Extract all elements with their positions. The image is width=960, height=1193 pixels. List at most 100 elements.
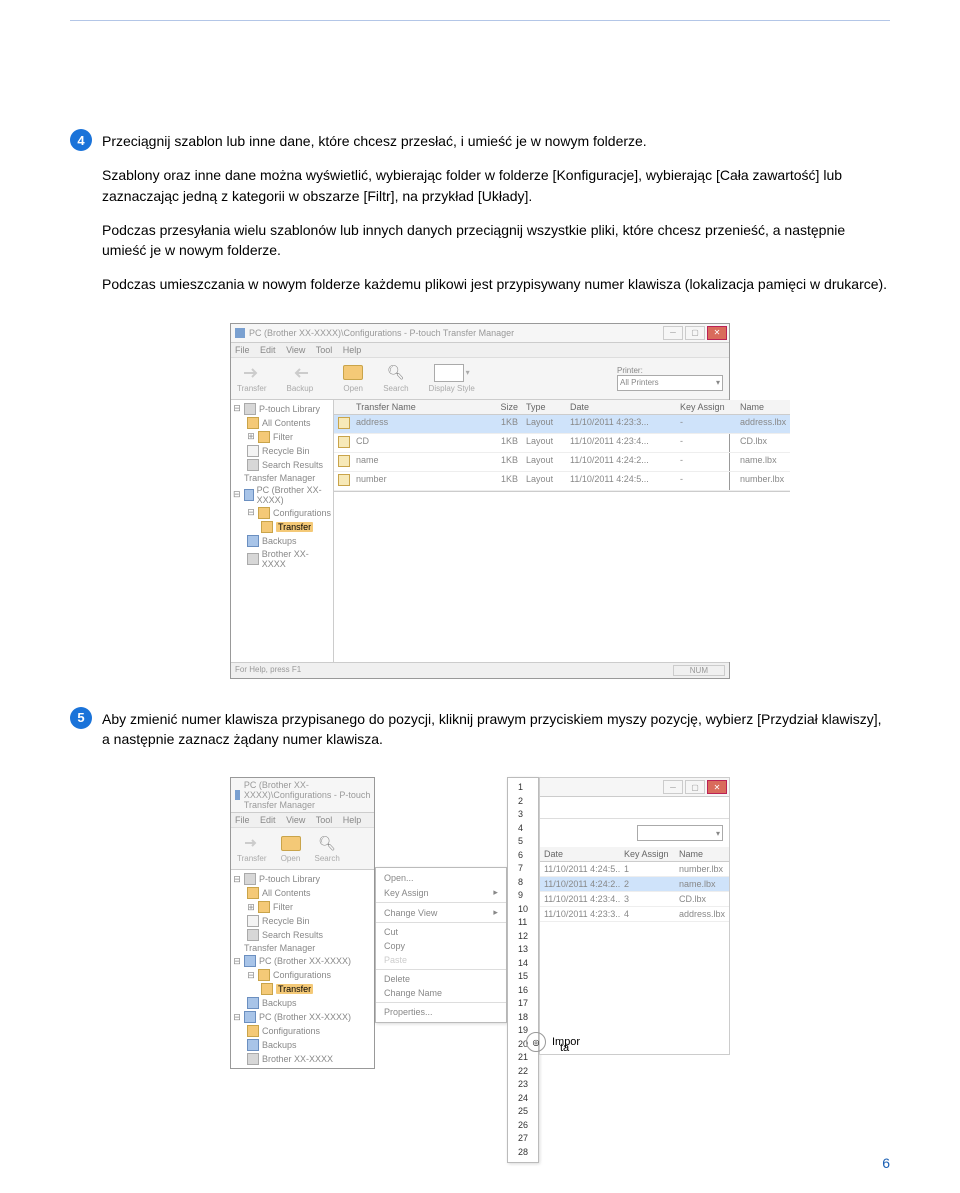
context-menu[interactable]: Open... Key Assign▸ Change View▸ Cut Cop…: [375, 867, 507, 1023]
col-file[interactable]: Name: [736, 400, 790, 414]
menu-file[interactable]: File: [235, 345, 250, 355]
tree-search[interactable]: Search Results: [262, 460, 323, 470]
list-row[interactable]: 11/10/2011 4:23:4... 3 CD.lbx: [540, 892, 729, 907]
tree-brother[interactable]: Brother XX-XXXX: [262, 549, 331, 569]
key-number-item[interactable]: 25: [508, 1105, 538, 1119]
list-row[interactable]: 11/10/2011 4:24:5... 1 number.lbx: [540, 862, 729, 877]
key-number-item[interactable]: 21: [508, 1051, 538, 1065]
tree-transfer-folder[interactable]: Transfer: [276, 984, 313, 994]
tree-backups[interactable]: Backups: [262, 998, 297, 1008]
col-key[interactable]: Key Assign: [620, 847, 675, 861]
tree-transfer-manager[interactable]: Transfer Manager: [244, 473, 315, 483]
col-date[interactable]: Date: [566, 400, 676, 414]
tree-all[interactable]: All Contents: [262, 888, 311, 898]
tool-open[interactable]: Open: [281, 834, 301, 863]
key-number-item[interactable]: 17: [508, 997, 538, 1011]
key-number-item[interactable]: 24: [508, 1092, 538, 1106]
key-number-item[interactable]: 10: [508, 903, 538, 917]
tree-config2[interactable]: Configurations: [262, 1026, 320, 1036]
list-header[interactable]: Transfer Name Size Type Date Key Assign …: [334, 400, 790, 415]
key-number-menu[interactable]: 1234567891011121314151617181920212223242…: [507, 777, 539, 1163]
key-number-item[interactable]: 7: [508, 862, 538, 876]
tree-pc1[interactable]: PC (Brother XX-XXXX): [257, 485, 331, 505]
minimize-button[interactable]: ─: [663, 780, 683, 794]
tree-recycle[interactable]: Recycle Bin: [262, 446, 310, 456]
ctx-change-view[interactable]: Change View▸: [376, 905, 506, 920]
menubar[interactable]: File Edit View Tool Help: [231, 813, 374, 828]
tree-library[interactable]: P-touch Library: [259, 404, 320, 414]
key-number-item[interactable]: 28: [508, 1146, 538, 1160]
key-number-item[interactable]: 15: [508, 970, 538, 984]
menu-edit[interactable]: Edit: [260, 815, 276, 825]
tool-backup[interactable]: Backup: [287, 364, 314, 393]
ctx-copy[interactable]: Copy: [376, 939, 506, 953]
titlebar[interactable]: PC (Brother XX-XXXX)\Configurations - P-…: [231, 778, 374, 813]
menu-file[interactable]: File: [235, 815, 250, 825]
key-number-item[interactable]: 5: [508, 835, 538, 849]
key-number-item[interactable]: 2: [508, 795, 538, 809]
list-row[interactable]: address 1KB Layout 11/10/2011 4:23:3... …: [334, 415, 790, 434]
tree-config[interactable]: Configurations: [273, 970, 331, 980]
menu-help[interactable]: Help: [343, 345, 362, 355]
col-key[interactable]: Key Assign: [676, 400, 736, 414]
menu-tool[interactable]: Tool: [316, 815, 333, 825]
key-number-item[interactable]: 14: [508, 957, 538, 971]
menu-view[interactable]: View: [286, 815, 305, 825]
col-date[interactable]: Date: [540, 847, 620, 861]
key-number-item[interactable]: 3: [508, 808, 538, 822]
maximize-button[interactable]: ▢: [685, 780, 705, 794]
titlebar[interactable]: PC (Brother XX-XXXX)\Configurations - P-…: [231, 324, 729, 343]
printer-select[interactable]: All Printers ▾: [617, 375, 723, 391]
list-row[interactable]: name 1KB Layout 11/10/2011 4:24:2... - n…: [334, 453, 790, 472]
tree-transfer-folder[interactable]: Transfer: [276, 522, 313, 532]
ctx-change-name[interactable]: Change Name: [376, 986, 506, 1000]
list-row[interactable]: CD 1KB Layout 11/10/2011 4:23:4... - CD.…: [334, 434, 790, 453]
key-number-item[interactable]: 11: [508, 916, 538, 930]
menu-help[interactable]: Help: [343, 815, 362, 825]
key-number-item[interactable]: 23: [508, 1078, 538, 1092]
tree-pc1[interactable]: PC (Brother XX-XXXX): [259, 956, 351, 966]
tree-search[interactable]: Search Results: [262, 930, 323, 940]
tree-all[interactable]: All Contents: [262, 418, 311, 428]
menubar[interactable]: File Edit View Tool Help: [231, 343, 729, 358]
tool-search[interactable]: 🔍︎ Search: [383, 364, 408, 393]
list-row[interactable]: 11/10/2011 4:23:3... 4 address.lbx: [540, 907, 729, 922]
tool-search[interactable]: 🔍︎ Search: [315, 834, 340, 863]
tree-recycle[interactable]: Recycle Bin: [262, 916, 310, 926]
ctx-key-assign[interactable]: Key Assign▸: [376, 885, 506, 900]
key-number-item[interactable]: 9: [508, 889, 538, 903]
list-header[interactable]: Date Key Assign Name: [540, 847, 729, 862]
tool-open[interactable]: Open: [343, 364, 363, 393]
list-row[interactable]: number 1KB Layout 11/10/2011 4:24:5... -…: [334, 472, 790, 491]
tree-library[interactable]: P-touch Library: [259, 874, 320, 884]
minimize-button[interactable]: ─: [663, 326, 683, 340]
key-number-item[interactable]: 12: [508, 930, 538, 944]
tool-transfer[interactable]: Transfer: [237, 364, 267, 393]
printer-select[interactable]: ▾: [637, 825, 723, 841]
ctx-properties[interactable]: Properties...: [376, 1005, 506, 1019]
menu-edit[interactable]: Edit: [260, 345, 276, 355]
tree-pc2[interactable]: PC (Brother XX-XXXX): [259, 1012, 351, 1022]
tree-view[interactable]: ⊟P-touch Library All Contents ⊞Filter Re…: [231, 870, 374, 1068]
col-size[interactable]: Size: [482, 400, 522, 414]
tree-filter[interactable]: Filter: [273, 902, 293, 912]
ctx-cut[interactable]: Cut: [376, 925, 506, 939]
key-number-item[interactable]: 6: [508, 849, 538, 863]
key-number-item[interactable]: 8: [508, 876, 538, 890]
key-number-item[interactable]: 22: [508, 1065, 538, 1079]
close-button[interactable]: ✕: [707, 780, 727, 794]
tool-transfer[interactable]: Transfer: [237, 834, 267, 863]
key-number-item[interactable]: 26: [508, 1119, 538, 1133]
list-row[interactable]: 11/10/2011 4:24:2... 2 name.lbx: [540, 877, 729, 892]
key-number-item[interactable]: 18: [508, 1011, 538, 1025]
col-type[interactable]: Type: [522, 400, 566, 414]
tree-filter[interactable]: Filter: [273, 432, 293, 442]
tool-display[interactable]: ▾ Display Style: [429, 364, 475, 393]
col-file[interactable]: Name: [675, 847, 729, 861]
key-number-item[interactable]: 16: [508, 984, 538, 998]
maximize-button[interactable]: ▢: [685, 326, 705, 340]
close-button[interactable]: ✕: [707, 326, 727, 340]
key-number-item[interactable]: 4: [508, 822, 538, 836]
key-number-item[interactable]: 1: [508, 781, 538, 795]
tree-brother[interactable]: Brother XX-XXXX: [262, 1054, 333, 1064]
